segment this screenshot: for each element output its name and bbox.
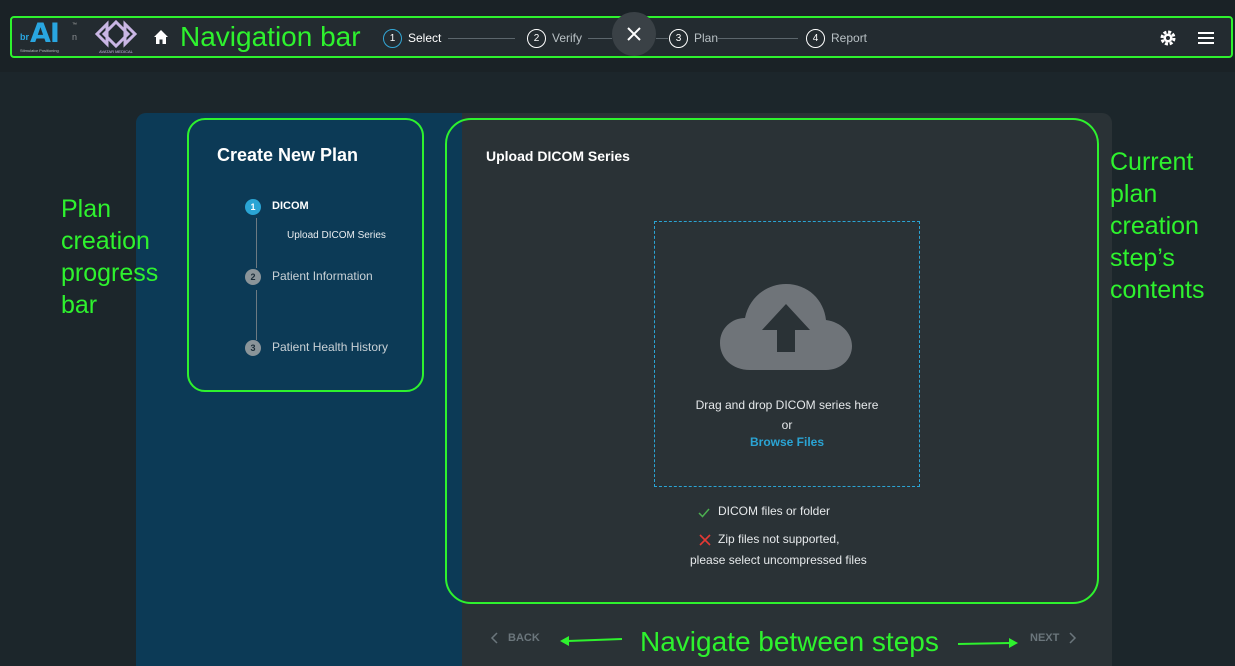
progress-step-1-label[interactable]: DICOM — [272, 200, 309, 212]
brand-suffix: n — [72, 32, 78, 42]
requirement-warning-1: Zip files not supported, — [718, 532, 840, 546]
drop-instructions: Drag and drop DICOM series here or — [654, 395, 920, 435]
nav-step-report[interactable]: 4 Report — [806, 28, 867, 48]
progress-substep-label[interactable]: Upload DICOM Series — [287, 230, 386, 241]
step-number: 1 — [383, 28, 402, 48]
annotation-navigation-bar: Navigation bar — [180, 21, 361, 52]
upload-title: Upload DICOM Series — [486, 148, 630, 164]
avatar-diamond-icon — [94, 19, 138, 49]
annotation-step-contents: Current plan creation step’s contents — [1110, 148, 1205, 304]
step-label: Report — [831, 31, 868, 45]
cloud-upload-icon — [720, 284, 852, 370]
brand-main: AI — [30, 18, 60, 49]
annotation-navigate-steps: Navigate between steps — [640, 626, 939, 657]
step-number: 3 — [669, 28, 688, 48]
brand-trademark: ™ — [72, 22, 77, 28]
gear-icon — [1160, 30, 1176, 46]
next-label: NEXT — [1030, 632, 1060, 644]
requirement-ok: DICOM files or folder — [718, 504, 831, 518]
step-label: Verify — [552, 31, 583, 45]
step-label: Plan — [694, 31, 719, 45]
partner-caption: AVATAR MEDICAL — [99, 49, 133, 54]
nav-step-plan[interactable]: 3 Plan — [669, 28, 718, 48]
step-connector — [718, 38, 798, 39]
arrow-left-annotation — [560, 636, 623, 646]
progress-step-3-dot: 3 — [245, 340, 261, 356]
brand-prefix: br — [20, 32, 29, 42]
progress-step-2-dot: 2 — [245, 269, 261, 285]
cross-icon — [699, 534, 711, 546]
close-button[interactable] — [612, 12, 656, 56]
drop-or: or — [781, 418, 793, 432]
progress-title: Create New Plan — [217, 145, 359, 165]
progress-step-3-label[interactable]: Patient Health History — [272, 340, 388, 354]
arrow-right-annotation — [958, 638, 1018, 648]
next-button[interactable]: NEXT — [1030, 632, 1077, 644]
step-number: 4 — [806, 28, 825, 48]
chevron-left-icon — [490, 632, 498, 644]
avatar-medical-logo: AVATAR MEDICAL — [92, 19, 140, 54]
step-label: Select — [408, 31, 442, 45]
chevron-right-icon — [1069, 632, 1077, 644]
step-connector — [448, 38, 515, 39]
progress-connector — [256, 290, 257, 340]
brand-tagline: Stimulator Positioning — [20, 48, 59, 53]
brai-logo: br AI ™ n Stimulator Positioning — [20, 18, 86, 54]
check-icon — [698, 508, 710, 518]
step-connector — [656, 38, 668, 39]
back-label: BACK — [508, 632, 540, 644]
nav-step-verify[interactable]: 2 Verify — [527, 28, 582, 48]
hamburger-menu-icon — [1198, 32, 1214, 44]
step-number: 2 — [527, 28, 546, 48]
progress-connector — [256, 218, 257, 268]
requirement-warning-2: please select uncompressed files — [690, 553, 867, 567]
step-connector — [588, 38, 612, 39]
back-button[interactable]: BACK — [490, 632, 540, 644]
settings-button[interactable] — [1159, 29, 1177, 47]
browse-files-link[interactable]: Browse Files — [654, 435, 920, 449]
progress-step-1-dot: 1 — [245, 199, 261, 215]
nav-step-select[interactable]: 1 Select — [383, 28, 441, 48]
home-icon[interactable] — [153, 29, 169, 45]
annotation-progress-bar: Plan creation progress bar — [61, 195, 159, 319]
menu-button[interactable] — [1198, 31, 1214, 45]
close-icon — [627, 27, 641, 41]
progress-step-2-label[interactable]: Patient Information — [272, 269, 373, 283]
drop-line: Drag and drop DICOM series here — [695, 398, 879, 412]
